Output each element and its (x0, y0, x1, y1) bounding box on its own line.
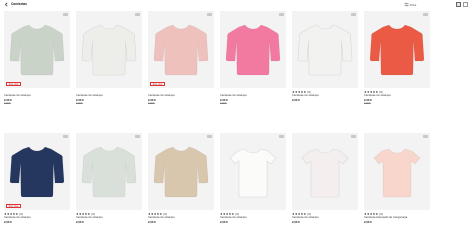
product-card[interactable]: Stop plus Camiseta con estampa 2,00 €4,00 … (148, 11, 214, 113)
product-image[interactable] (292, 133, 358, 210)
tshirt-image (9, 146, 65, 198)
chevron-left-icon (4, 2, 8, 7)
product-card[interactable]: ★★★★★(9) Camiseta estampado de manga larg… (364, 133, 430, 235)
product-price: 2,00 € (364, 220, 372, 224)
product-card[interactable]: Stop plus Camiseta con estampa 2,00 €4,00 … (4, 11, 70, 113)
tshirt-image (9, 24, 65, 76)
tshirt-image (225, 24, 281, 76)
product-image[interactable] (76, 11, 142, 88)
promo-badge: Stop plus (6, 82, 21, 86)
top-bar: Camisetas Filtra (0, 0, 475, 10)
product-image[interactable] (220, 11, 286, 88)
favorite-icon[interactable] (207, 12, 212, 16)
grid-two-columns-icon[interactable] (456, 2, 461, 7)
favorite-icon[interactable] (63, 12, 68, 16)
product-info: ★★★★★(9) Camiseta con estampa 2,00 € (292, 210, 358, 235)
tshirt-image (81, 24, 137, 76)
product-card[interactable]: Stop plus ★★★★★(9) Camiseta con estampa 2,0… (4, 133, 70, 235)
tshirt-image (153, 24, 209, 76)
favorite-icon[interactable] (63, 134, 68, 138)
product-info: Camiseta con estampa 2,00 €4,00 € (148, 88, 214, 113)
grid-one-column-icon[interactable] (463, 2, 468, 7)
product-card[interactable]: Camiseta con estampa 2,00 €4,00 € (76, 11, 142, 113)
promo-badge: Stop plus (6, 204, 21, 208)
favorite-icon[interactable] (351, 134, 356, 138)
product-image[interactable] (292, 11, 358, 88)
favorite-icon[interactable] (207, 134, 212, 138)
product-card[interactable]: ★★★★★(9) Camiseta con estampa 2,00 € (76, 133, 142, 235)
product-card[interactable]: ★★★★★(9) Camiseta con estampa 2,00 € (292, 133, 358, 235)
product-price: 2,00 € (148, 220, 156, 224)
favorite-icon[interactable] (135, 134, 140, 138)
favorite-icon[interactable] (279, 12, 284, 16)
favorite-icon[interactable] (423, 134, 428, 138)
original-price: 4,00 € (148, 102, 155, 105)
promo-badge: Stop plus (150, 82, 165, 86)
original-price: 4,00 € (364, 102, 371, 105)
product-card[interactable]: ★★★★★(9) Camiseta con estampa 2,00 € (148, 133, 214, 235)
favorite-icon[interactable] (423, 12, 428, 16)
product-image[interactable] (148, 133, 214, 210)
product-image[interactable]: Stop plus (4, 133, 70, 210)
original-price: 4,00 € (4, 102, 11, 105)
product-image[interactable]: Stop plus (4, 11, 70, 88)
product-price: 2,00 € (76, 220, 84, 224)
grid-view-toggle (452, 1, 472, 8)
product-info: ★★★★★(9) Camiseta con estampa 2,00 € (292, 88, 358, 113)
filter-button[interactable]: Filtra (398, 0, 422, 9)
product-info: ★★★★★(9) Camiseta con estampa 2,00 € (148, 210, 214, 235)
product-price: 2,00 € (292, 98, 300, 102)
tshirt-image (81, 146, 137, 198)
product-image[interactable] (364, 133, 430, 210)
product-price: 2,00 € (220, 220, 228, 224)
product-card[interactable]: ★★★★★(9) Camiseta con estampa 2,00 €4,00 € (364, 11, 430, 113)
tshirt-image (373, 148, 421, 198)
favorite-icon[interactable] (279, 134, 284, 138)
product-card[interactable]: Camiseta con estampa 2,00 €4,00 € (220, 11, 286, 113)
product-card[interactable]: ★★★★★(9) Camiseta con estampa 2,00 € (220, 133, 286, 235)
tshirt-image (153, 146, 209, 198)
product-image[interactable] (76, 133, 142, 210)
product-image[interactable] (220, 133, 286, 210)
tshirt-image (297, 24, 353, 76)
favorite-icon[interactable] (135, 12, 140, 16)
filter-sliders-icon (404, 2, 409, 7)
product-info: ★★★★★(9) Camiseta con estampa 2,00 € (76, 210, 142, 235)
category-title: Camisetas (11, 2, 27, 6)
favorite-icon[interactable] (351, 12, 356, 16)
product-price: 2,00 € (292, 220, 300, 224)
product-image[interactable] (364, 11, 430, 88)
product-price: 2,00 € (4, 220, 12, 224)
product-info: Camiseta con estampa 2,00 €4,00 € (4, 88, 70, 113)
original-price: 4,00 € (76, 102, 83, 105)
product-card[interactable]: ★★★★★(9) Camiseta con estampa 2,00 € (292, 11, 358, 113)
product-info: ★★★★★(9) Camiseta estampado de manga larg… (364, 210, 430, 235)
tshirt-image (369, 24, 425, 76)
original-price: 4,00 € (220, 102, 227, 105)
filter-label: Filtra (409, 2, 417, 7)
product-info: ★★★★★(9) Camiseta con estampa 2,00 €4,00 € (364, 88, 430, 113)
product-image[interactable]: Stop plus (148, 11, 214, 88)
back-link[interactable]: Camisetas (4, 1, 27, 8)
product-info: Camiseta con estampa 2,00 €4,00 € (220, 88, 286, 113)
product-info: ★★★★★(9) Camiseta con estampa 2,00 € (4, 210, 70, 235)
tshirt-image (301, 148, 349, 198)
product-info: ★★★★★(9) Camiseta con estampa 2,00 € (220, 210, 286, 235)
tshirt-image (229, 148, 277, 198)
product-info: Camiseta con estampa 2,00 €4,00 € (76, 88, 142, 113)
